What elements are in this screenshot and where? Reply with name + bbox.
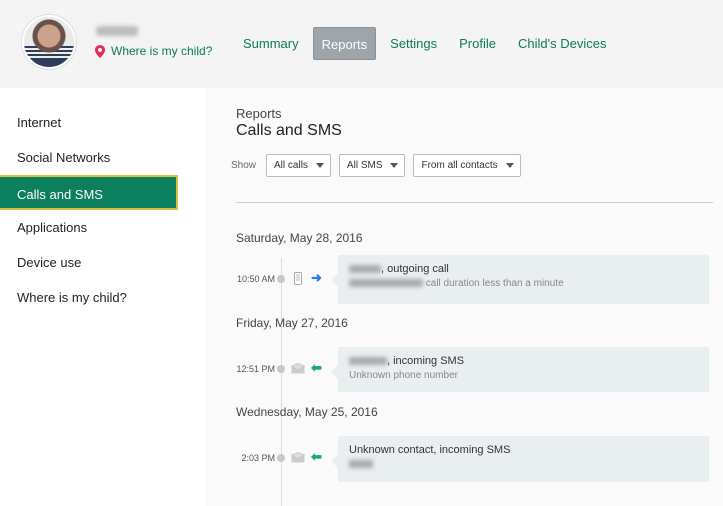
main-nav: Summary Reports Settings Profile Child's… (235, 27, 614, 60)
sidebar-item-social-networks[interactable]: Social Networks (0, 140, 178, 175)
show-label: Show (231, 160, 257, 171)
sidebar-item-device-use[interactable]: Device use (0, 245, 178, 280)
sms-filter-select[interactable]: All SMS (338, 154, 406, 177)
sidebar-item-where-is-my-child[interactable]: Where is my child? (0, 280, 178, 315)
sms-filter-value: All SMS (346, 160, 383, 171)
breadcrumb: Reports (236, 106, 282, 121)
main-content: Reports Calls and SMS Show All calls All… (205, 88, 723, 506)
incoming-arrow-icon: ⬅ (311, 360, 322, 375)
child-name-redacted (96, 26, 138, 36)
phone-icon (294, 272, 302, 285)
outgoing-arrow-icon: ➜ (311, 270, 322, 285)
contacts-filter-select[interactable]: From all contacts (413, 154, 521, 177)
where-link-label: Where is my child? (111, 44, 213, 58)
entry-time: 10:50 AM (236, 274, 275, 284)
sidebar-item-calls-and-sms[interactable]: Calls and SMS (0, 175, 178, 210)
nav-childs-devices[interactable]: Child's Devices (510, 27, 614, 60)
entry-detail: call duration less than a minute (423, 278, 564, 289)
date-heading: Saturday, May 28, 2016 (236, 231, 363, 245)
call-sms-entry[interactable]: , incoming SMS Unknown phone number (331, 347, 709, 392)
nav-reports[interactable]: Reports (312, 27, 377, 60)
entry-summary: Unknown contact, incoming SMS (349, 444, 511, 456)
entry-summary: , incoming SMS (387, 355, 465, 367)
page-title: Calls and SMS (236, 122, 342, 139)
entry-summary: , outgoing call (381, 263, 449, 275)
calls-filter-select[interactable]: All calls (266, 154, 331, 177)
entry-detail: Unknown phone number (349, 370, 458, 381)
divider (236, 202, 713, 203)
incoming-arrow-icon: ⬅ (311, 449, 322, 464)
chevron-down-icon (390, 163, 399, 168)
entry-time: 2:03 PM (241, 453, 275, 463)
timeline-dot (277, 454, 285, 462)
sidebar-item-applications[interactable]: Applications (0, 210, 178, 245)
timeline-dot (277, 275, 285, 283)
date-heading: Wednesday, May 25, 2016 (236, 405, 378, 419)
phone-number-redacted (349, 279, 423, 288)
contacts-filter-value: From all contacts (421, 160, 498, 171)
contact-name-redacted (349, 357, 387, 366)
timeline-dot (277, 365, 285, 373)
header: Where is my child? Summary Reports Setti… (0, 0, 723, 88)
location-pin-icon (95, 44, 105, 58)
envelope-icon (291, 363, 305, 374)
nav-settings[interactable]: Settings (382, 27, 445, 60)
message-text-redacted (349, 460, 373, 469)
calls-filter-value: All calls (274, 160, 308, 171)
sidebar: Internet Social Networks Calls and SMS A… (0, 105, 178, 315)
nav-summary[interactable]: Summary (235, 27, 307, 60)
call-sms-entry[interactable]: Unknown contact, incoming SMS (331, 436, 709, 482)
envelope-icon (291, 452, 305, 463)
chevron-down-icon (505, 163, 514, 168)
entry-time: 12:51 PM (236, 364, 275, 374)
call-sms-entry[interactable]: , outgoing call call duration less than … (331, 255, 709, 304)
timeline-line (281, 258, 282, 506)
filter-bar: Show All calls All SMS From all contacts (231, 154, 521, 177)
child-avatar[interactable] (22, 15, 76, 69)
date-heading: Friday, May 27, 2016 (236, 316, 348, 330)
nav-profile[interactable]: Profile (451, 27, 504, 60)
chevron-down-icon (315, 163, 324, 168)
contact-name-redacted (349, 265, 381, 274)
sidebar-item-internet[interactable]: Internet (0, 105, 178, 140)
where-is-my-child-link[interactable]: Where is my child? (95, 44, 212, 58)
